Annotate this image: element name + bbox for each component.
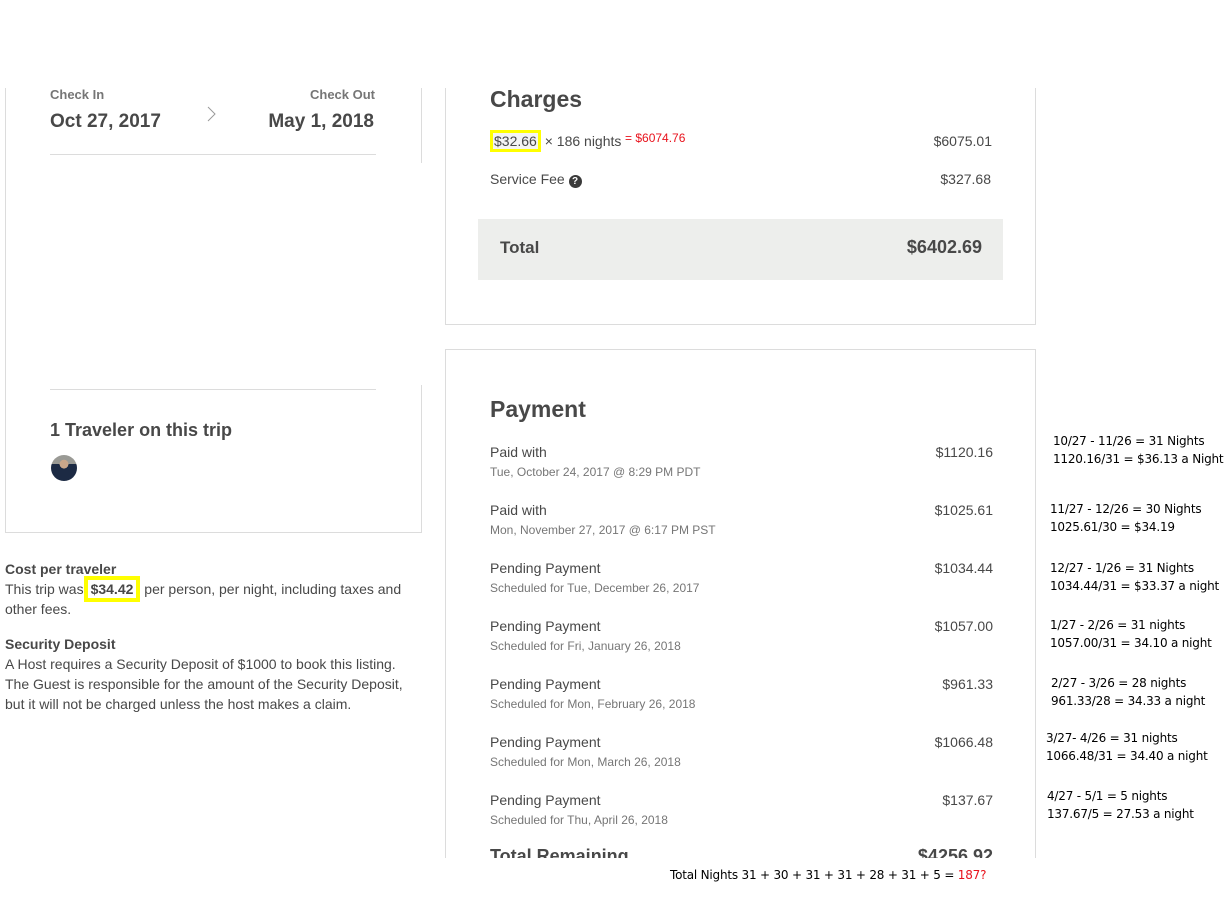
charges-title: Charges	[490, 86, 583, 112]
annotation-note: 3/27- 4/26 = 31 nights 1066.48/31 = 34.4…	[1046, 729, 1208, 765]
chevron-right-icon	[207, 106, 216, 122]
payment-date: Scheduled for Mon, February 26, 2018	[490, 697, 696, 711]
security-deposit-text: A Host requires a Security Deposit of $1…	[5, 656, 403, 712]
check-in-label: Check In	[50, 87, 105, 102]
payment-amount: $1120.16	[935, 444, 993, 460]
payment-row: Pending Payment Scheduled for Fri, Janua…	[490, 618, 993, 658]
total-remaining-row: Total Remaining $4256.92	[490, 846, 993, 858]
annotation-line: 10/27 - 11/26 = 31 Nights	[1053, 434, 1205, 448]
annotation-line: 1/27 - 2/26 = 31 nights	[1050, 618, 1186, 632]
payment-date: Scheduled for Tue, December 26, 2017	[490, 581, 700, 595]
annotation-note: 12/27 - 1/26 = 31 Nights 1034.44/31 = $3…	[1050, 559, 1219, 595]
nightly-rate-row: $32.66 × 186 nights	[490, 130, 622, 152]
total-remaining-amount: $4256.92	[917, 846, 993, 858]
payment-row: Pending Payment Scheduled for Thu, April…	[490, 792, 993, 832]
payment-date: Scheduled for Mon, March 26, 2018	[490, 755, 681, 769]
cost-text-before: This trip was	[5, 581, 84, 597]
total-amount: $6402.69	[906, 237, 982, 257]
annotation-line: 3/27- 4/26 = 31 nights	[1046, 731, 1178, 745]
payment-label: Pending Payment	[490, 676, 601, 692]
annotation-line: 137.67/5 = 27.53 a night	[1047, 807, 1194, 821]
travelers-heading: 1 Traveler on this trip	[50, 420, 233, 440]
payment-amount: $961.33	[942, 676, 993, 692]
annotation-note: 4/27 - 5/1 = 5 nights 137.67/5 = 27.53 a…	[1047, 787, 1194, 823]
payment-amount: $137.67	[942, 792, 993, 808]
payment-date: Tue, October 24, 2017 @ 8:29 PM PDT	[490, 465, 701, 479]
charges-card	[445, 88, 1036, 325]
service-fee-label: Service Fee	[490, 171, 565, 187]
annotation-line: 4/27 - 5/1 = 5 nights	[1047, 789, 1168, 803]
annotation-note: 10/27 - 11/26 = 31 Nights 1120.16/31 = $…	[1053, 432, 1224, 468]
total-remaining-label: Total Remaining	[490, 846, 629, 858]
check-out-date: May 1, 2018	[268, 111, 374, 132]
payment-row: Paid with Tue, October 24, 2017 @ 8:29 P…	[490, 444, 993, 484]
cost-per-night-highlight: $34.42	[83, 576, 141, 602]
annotation-note: 1/27 - 2/26 = 31 nights 1057.00/31 = 34.…	[1050, 616, 1212, 652]
trip-card-border	[5, 163, 6, 385]
payment-label: Pending Payment	[490, 618, 601, 634]
payment-label: Pending Payment	[490, 792, 601, 808]
divider	[50, 389, 376, 390]
nightly-rate-highlight: $32.66	[490, 130, 541, 152]
payment-amount: $1057.00	[934, 618, 993, 634]
payment-row: Pending Payment Scheduled for Tue, Decem…	[490, 560, 993, 600]
payment-date: Scheduled for Fri, January 26, 2018	[490, 639, 681, 653]
payment-amount: $1066.48	[934, 734, 993, 750]
service-fee-amount: $327.68	[940, 171, 991, 187]
help-icon[interactable]: ?	[568, 175, 582, 188]
traveler-avatar[interactable]	[51, 455, 77, 481]
annotation-line: 961.33/28 = 34.33 a night	[1051, 694, 1206, 708]
annotation-line: 1066.48/31 = 34.40 a night	[1046, 749, 1208, 763]
check-in-date: Oct 27, 2017	[50, 111, 161, 132]
payment-date: Mon, November 27, 2017 @ 6:17 PM PST	[490, 523, 716, 537]
total-nights-result: 187?	[957, 868, 987, 882]
cost-per-traveler-title: Cost per traveler	[5, 561, 117, 577]
payment-amount: $1025.61	[934, 502, 993, 518]
security-deposit-title: Security Deposit	[5, 636, 116, 652]
total-label: Total	[500, 238, 540, 257]
payment-label: Pending Payment	[490, 560, 601, 576]
annotation-line: 12/27 - 1/26 = 31 Nights	[1050, 561, 1194, 575]
service-fee-row: Service Fee ?	[490, 171, 582, 188]
payment-title: Payment	[490, 396, 586, 422]
payment-label: Paid with	[490, 502, 547, 518]
annotation-line: 11/27 - 12/26 = 30 Nights	[1050, 502, 1202, 516]
payment-date: Scheduled for Thu, April 26, 2018	[490, 813, 668, 827]
check-out-label: Check Out	[309, 87, 375, 102]
cost-per-traveler: Cost per traveler This trip was $34.42 pe…	[5, 559, 425, 619]
annotation-line: 1120.16/31 = $36.13 a Night	[1053, 452, 1224, 466]
nights-count: × 186 nights	[544, 133, 622, 149]
nightly-amount: $6075.01	[933, 133, 992, 149]
nightly-annotation: = $6074.76	[625, 131, 686, 145]
annotation-line: 1034.44/31 = $33.37 a night	[1050, 579, 1220, 593]
cost-per-traveler-text: This trip was $34.42 per person, per nigh…	[5, 576, 425, 619]
payment-card: Payment Paid with Tue, October 24, 2017 …	[445, 349, 1036, 858]
total-bar: Total $6402.69	[478, 219, 1003, 280]
total-nights-annotation: Total Nights 31 + 30 + 31 + 31 + 28 + 31…	[670, 868, 986, 882]
security-deposit: Security Deposit A Host requires a Secur…	[5, 634, 415, 714]
payment-label: Paid with	[490, 444, 547, 460]
annotation-line: 1057.00/31 = 34.10 a night	[1050, 636, 1212, 650]
annotation-note: 11/27 - 12/26 = 30 Nights 1025.61/30 = $…	[1050, 500, 1202, 536]
payment-row: Paid with Mon, November 27, 2017 @ 6:17 …	[490, 502, 993, 542]
payment-amount: $1034.44	[934, 560, 993, 576]
annotation-line: 1025.61/30 = $34.19	[1050, 520, 1175, 534]
payment-label: Pending Payment	[490, 734, 601, 750]
annotation-note: 2/27 - 3/26 = 28 nights 961.33/28 = 34.3…	[1051, 674, 1205, 710]
payment-row: Pending Payment Scheduled for Mon, March…	[490, 734, 993, 774]
total-nights-text: Total Nights 31 + 30 + 31 + 31 + 28 + 31…	[670, 868, 958, 882]
annotation-line: 2/27 - 3/26 = 28 nights	[1051, 676, 1187, 690]
payment-row: Pending Payment Scheduled for Mon, Febru…	[490, 676, 993, 716]
divider	[50, 154, 376, 155]
